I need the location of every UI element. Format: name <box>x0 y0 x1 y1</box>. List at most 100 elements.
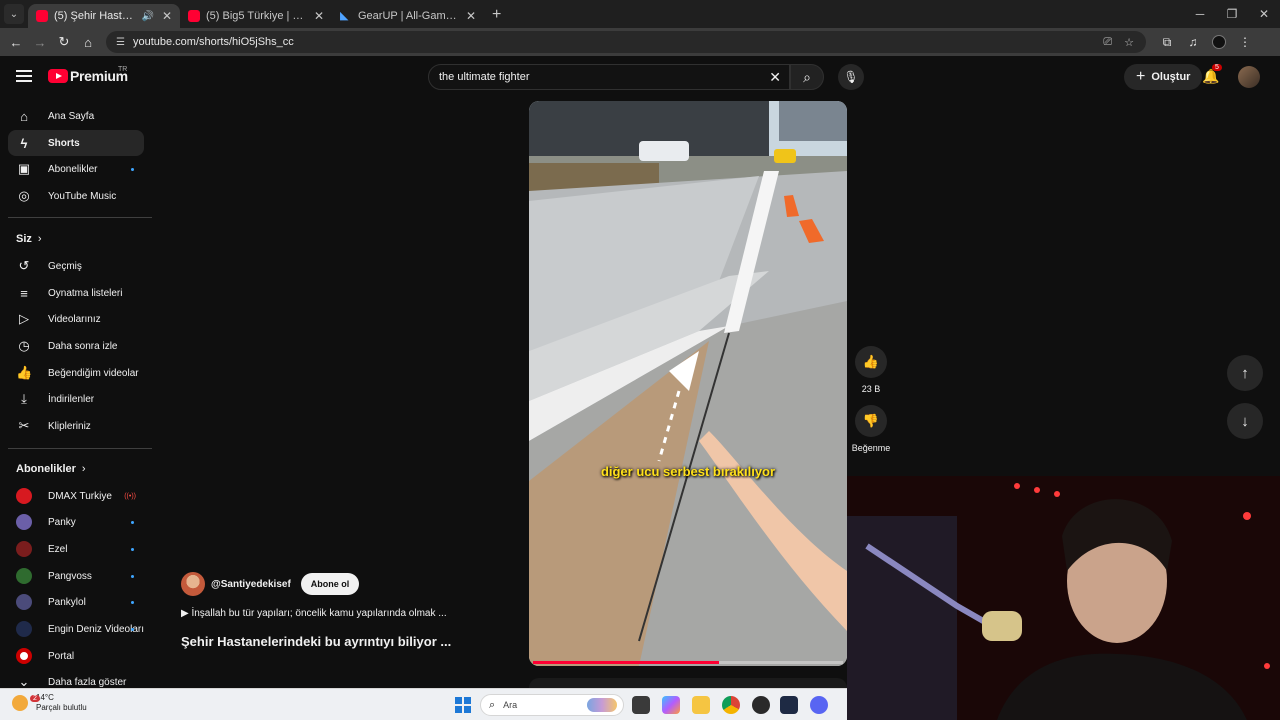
subscription-item[interactable]: Pangvoss <box>8 563 144 589</box>
speaker-icon[interactable]: 🔊 <box>141 11 153 22</box>
video-progress-bar[interactable] <box>533 661 843 664</box>
youtube-favicon-icon <box>36 10 48 22</box>
live-icon: ((•)) <box>124 492 136 500</box>
search-input[interactable]: the ultimate fighter ✕ <box>428 64 790 90</box>
discord-icon[interactable] <box>810 696 828 714</box>
sidebar-item-subscriptions[interactable]: ▣ Abonelikler <box>8 156 144 182</box>
subscription-item[interactable]: Panky <box>8 509 144 535</box>
subscription-item[interactable]: DMAX Turkiye ((•)) <box>8 483 144 509</box>
forward-icon[interactable]: → <box>28 35 52 50</box>
short-title[interactable]: Şehir Hastanelerindeki bu ayrıntıyı bili… <box>181 634 451 649</box>
back-icon[interactable]: ← <box>4 35 28 50</box>
reload-icon[interactable]: ↻ <box>52 34 76 50</box>
sidebar-item-label: Oynatma listeleri <box>48 287 123 299</box>
account-avatar[interactable] <box>1238 66 1260 88</box>
sidebar-item-home[interactable]: ⌂ Ana Sayfa <box>8 103 144 129</box>
restore-icon[interactable]: ❐ <box>1216 7 1248 21</box>
voice-search-button[interactable]: 🎙 <box>838 64 864 90</box>
clear-search-icon[interactable]: ✕ <box>769 69 781 86</box>
sidebar-item-liked[interactable]: 👍 Beğendiğim videolar <box>8 360 144 386</box>
tab-search-button[interactable]: ⌄ <box>4 4 24 24</box>
sidebar-item-label: Beğendiğim videolar <box>48 367 139 379</box>
sidebar-divider <box>8 448 152 449</box>
sidebar-item-downloads[interactable]: ⤓ İndirilenler <box>8 386 144 412</box>
watch-later-icon: ◷ <box>18 338 30 353</box>
guide-menu-icon[interactable] <box>16 70 32 82</box>
search-button[interactable]: ⌕ <box>790 64 824 90</box>
weather-widget[interactable]: 2 14°C Parçalı bulutlu <box>12 693 87 713</box>
sidebar-item-shorts[interactable]: ϟ Shorts <box>8 130 144 156</box>
dislike-action[interactable]: 👎 Beğenme <box>851 405 891 453</box>
steam-icon[interactable] <box>752 696 770 714</box>
like-action[interactable]: 👍 23 B <box>854 346 888 394</box>
previous-short-button[interactable]: ↑ <box>1227 355 1263 391</box>
close-tab-icon[interactable]: ✕ <box>466 9 476 23</box>
browser-tab[interactable]: (5) Big5 Türkiye | Hazırlık Sezon ✕ <box>180 4 332 28</box>
sidebar-item-youtube-music[interactable]: ◎ YouTube Music <box>8 183 144 209</box>
chrome-icon[interactable] <box>722 696 740 714</box>
next-short-button[interactable]: ↓ <box>1227 403 1263 439</box>
file-explorer-icon[interactable] <box>692 696 710 714</box>
notifications-button[interactable]: 🔔 5 <box>1202 64 1222 85</box>
new-tab-icon[interactable]: + <box>492 6 501 24</box>
minimize-icon[interactable]: ─ <box>1184 7 1216 21</box>
short-description[interactable]: ▶ İnşallah bu tür yapıları; öncelik kamu… <box>181 608 447 619</box>
weather-icon <box>12 695 28 711</box>
section-title: Abonelikler <box>16 463 76 475</box>
gearup-favicon-icon: ◣ <box>340 10 349 22</box>
show-more-button[interactable]: ⌄ Daha fazla göster <box>8 669 144 688</box>
profile-avatar[interactable] <box>1212 35 1226 49</box>
subscribe-button[interactable]: Abone ol <box>300 573 360 595</box>
close-tab-icon[interactable]: ✕ <box>162 9 172 23</box>
task-view-icon[interactable] <box>632 696 650 714</box>
close-window-icon[interactable]: ✕ <box>1248 7 1280 21</box>
browser-menu-icon[interactable]: ⋮ <box>1232 35 1258 49</box>
create-label: Oluştur <box>1151 71 1191 83</box>
close-tab-icon[interactable]: ✕ <box>314 9 324 23</box>
sidebar-item-label: Engin Deniz Videoları <box>48 623 144 635</box>
channel-avatar <box>16 514 32 530</box>
channel-avatar <box>16 594 32 610</box>
windows-start-icon[interactable] <box>455 697 471 713</box>
dislike-button[interactable]: 👎 <box>855 405 887 437</box>
create-button[interactable]: + Oluştur <box>1124 64 1203 90</box>
new-content-dot <box>131 627 134 631</box>
webcam-overlay <box>847 476 1280 720</box>
like-count: 23 B <box>861 384 881 394</box>
site-info-icon[interactable]: ☰ <box>116 37 125 48</box>
sidebar-item-watch-later[interactable]: ◷ Daha sonra izle <box>8 333 144 359</box>
youtube-premium-logo[interactable]: Premium TR <box>48 66 128 84</box>
taskbar-search[interactable]: ⌕ Ara <box>480 694 624 716</box>
channel-name[interactable]: @Santiyedekisef <box>211 579 291 590</box>
copilot-icon[interactable] <box>662 696 680 714</box>
sidebar-item-your-videos[interactable]: ▷ Videolarınız <box>8 306 144 332</box>
sidebar-you-header[interactable]: Siz › <box>16 233 42 245</box>
gearup-icon[interactable] <box>780 696 798 714</box>
address-bar[interactable]: ☰ youtube.com/shorts/hiO5jShs_cc ⎚ ☆ <box>106 31 1146 53</box>
sidebar-item-label: Geçmiş <box>48 260 82 272</box>
subscription-item[interactable]: Pankylol <box>8 589 144 615</box>
sidebar-item-playlists[interactable]: ≡ Oynatma listeleri <box>8 280 144 306</box>
weather-badge: 2 <box>30 695 40 702</box>
sidebar-item-history[interactable]: ↺ Geçmiş <box>8 253 144 279</box>
browser-tab[interactable]: ◣ GearUP | All-Game Booster | Re ✕ <box>332 4 484 28</box>
channel-avatar[interactable] <box>181 572 205 596</box>
chevron-right-icon: › <box>37 233 42 245</box>
browser-tab-active[interactable]: (5) Şehir Hastanelerindeki bu 🔊 ✕ <box>28 4 180 28</box>
shorts-video-player[interactable]: diğer ucu serbest bırakılıyor <box>529 101 847 666</box>
subscription-item[interactable]: Portal <box>8 643 144 669</box>
bookmark-star-icon[interactable]: ☆ <box>1124 36 1134 49</box>
home-icon[interactable]: ⌂ <box>76 35 100 50</box>
extensions-icon[interactable]: ⧉ <box>1154 35 1180 50</box>
subscription-item[interactable]: Engin Deniz Videoları <box>8 616 144 642</box>
short-channel-row: @Santiyedekisef Abone ol <box>181 572 360 596</box>
like-button[interactable]: 👍 <box>855 346 887 378</box>
playlists-icon: ≡ <box>20 285 28 301</box>
media-controls-icon[interactable]: ♫ <box>1180 35 1206 49</box>
sidebar-item-clips[interactable]: ✂ Klipleriniz <box>8 413 144 439</box>
downloads-icon: ⤓ <box>21 391 27 406</box>
install-app-icon[interactable]: ⎚ <box>1103 36 1112 49</box>
temperature: 14°C <box>36 693 54 702</box>
subscription-item[interactable]: Ezel <box>8 536 144 562</box>
sidebar-subscriptions-header[interactable]: Abonelikler › <box>16 463 86 475</box>
